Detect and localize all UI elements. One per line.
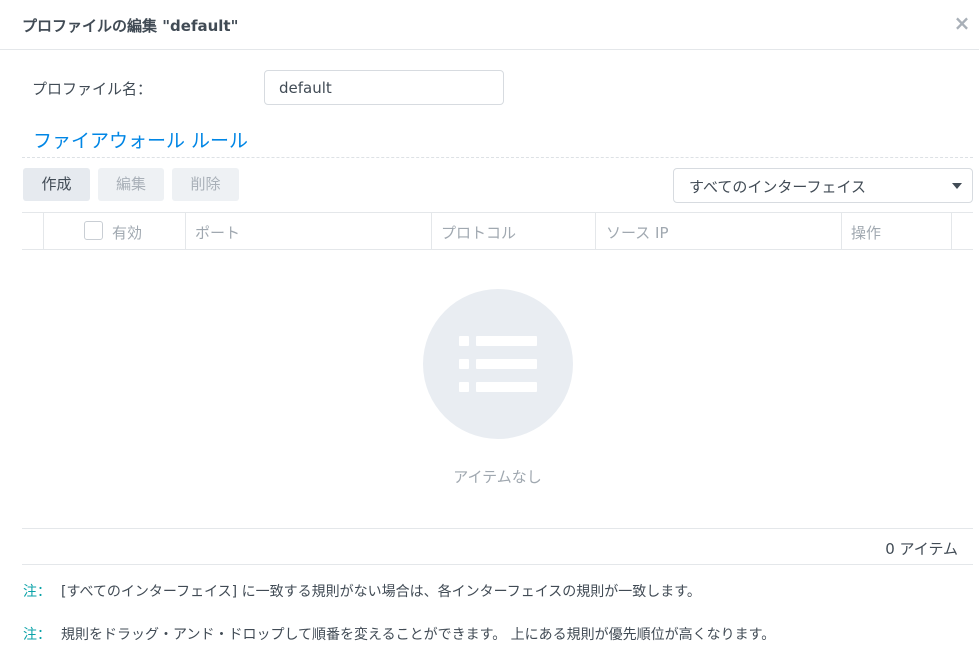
note-label: 注： xyxy=(23,584,51,600)
note-text: 規則をドラッグ・アンド・ドロップして順番を変えることができます。 上にある規則が… xyxy=(61,627,776,643)
chevron-down-icon xyxy=(952,183,962,189)
note: 注： [すべてのインターフェイス] に一致する規則がない場合は、各インターフェイス… xyxy=(23,581,701,601)
grid-footer-divider xyxy=(22,564,973,565)
column-header-port[interactable]: ポート xyxy=(195,222,240,243)
profile-name-label: プロファイル名： xyxy=(32,80,153,98)
column-separator[interactable] xyxy=(43,213,44,249)
empty-list-text: アイテムなし xyxy=(453,468,542,486)
column-header-source-ip[interactable]: ソース IP xyxy=(606,222,669,243)
dialog-title: プロファイルの編集 "default" xyxy=(22,17,239,35)
firewall-rules-title: ファイアウォール ルール xyxy=(33,130,249,152)
column-separator[interactable] xyxy=(951,213,952,249)
note-label: 注： xyxy=(23,627,51,643)
column-header-action[interactable]: 操作 xyxy=(851,222,881,243)
column-separator[interactable] xyxy=(185,213,186,249)
profile-name-input[interactable] xyxy=(264,70,504,105)
empty-list-icon xyxy=(423,289,573,439)
section-divider xyxy=(22,157,973,158)
note-text: [すべてのインターフェイス] に一致する規則がない場合は、各インターフェイスの規… xyxy=(61,584,701,600)
edit-profile-dialog: プロファイルの編集 "default" × プロファイル名： ファイアウォール … xyxy=(0,0,979,658)
column-separator[interactable] xyxy=(595,213,596,249)
interface-select[interactable]: すべてのインターフェイス xyxy=(673,168,973,203)
column-header-enabled[interactable]: 有効 xyxy=(112,222,142,243)
edit-button[interactable]: 編集 xyxy=(98,168,164,201)
list-icon xyxy=(459,336,537,392)
rules-grid-header: 有効 ポート プロトコル ソース IP 操作 xyxy=(22,212,973,250)
column-header-protocol[interactable]: プロトコル xyxy=(441,222,516,243)
grid-footer-divider xyxy=(22,528,973,529)
delete-button[interactable]: 削除 xyxy=(172,168,239,201)
interface-select-value: すべてのインターフェイス xyxy=(689,178,867,196)
close-icon[interactable]: × xyxy=(953,13,971,33)
create-button[interactable]: 作成 xyxy=(23,168,90,201)
dialog-titlebar: プロファイルの編集 "default" × xyxy=(0,0,979,50)
enable-all-checkbox[interactable] xyxy=(84,221,103,240)
item-count: 0 アイテム xyxy=(885,540,958,558)
column-separator[interactable] xyxy=(841,213,842,249)
column-separator[interactable] xyxy=(431,213,432,249)
note: 注： 規則をドラッグ・アンド・ドロップして順番を変えることができます。 上にある規… xyxy=(23,624,775,644)
